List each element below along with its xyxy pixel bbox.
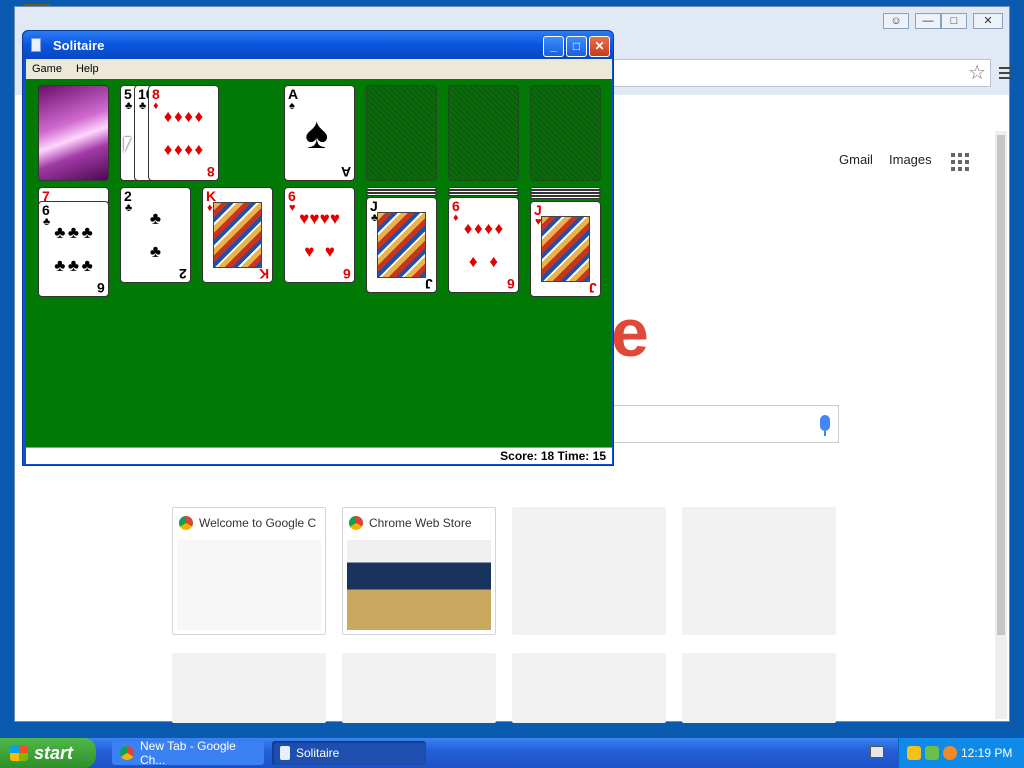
close-button[interactable]: ✕	[589, 36, 610, 57]
chrome-minimize-button[interactable]: —	[915, 13, 941, 29]
empty-tile	[682, 507, 836, 635]
maximize-button[interactable]: □	[566, 36, 587, 57]
taskbar-item-chrome[interactable]: New Tab - Google Ch...	[112, 739, 264, 767]
security-shield-icon[interactable]	[907, 746, 921, 760]
menu-help[interactable]: Help	[76, 63, 99, 75]
empty-tile	[172, 653, 326, 723]
search-tray-icon[interactable]	[943, 746, 957, 760]
page-scrollbar[interactable]	[995, 131, 1007, 719]
profile-icon[interactable]: ☺	[883, 13, 909, 29]
empty-tile	[512, 653, 666, 723]
menu-bar: Game Help	[26, 59, 612, 79]
stock-pile[interactable]	[38, 85, 109, 181]
jack-face-icon	[377, 212, 426, 278]
chrome-close-button[interactable]: ✕	[973, 13, 1003, 29]
gmail-link[interactable]: Gmail	[839, 152, 873, 167]
start-button[interactable]: start	[0, 738, 96, 768]
start-label: start	[34, 742, 74, 763]
tile-title: Chrome Web Store	[369, 516, 472, 530]
webstore-favicon-icon	[349, 516, 363, 530]
status-bar: Score: 18 Time: 15	[26, 447, 612, 464]
windows-flag-icon	[10, 745, 28, 761]
apps-grid-icon[interactable]	[951, 153, 969, 171]
mouse-cursor-icon	[124, 137, 131, 153]
foundation-spades[interactable]: A ♠ ♠ A	[284, 85, 355, 181]
chrome-maximize-button[interactable]: □	[941, 13, 967, 29]
solitaire-titlebar[interactable]: Solitaire _ □ ✕	[23, 31, 613, 59]
tile-thumbnail	[177, 540, 321, 630]
tableau-top-card[interactable]: 6 ♥ ♥ ♥ ♥ ♥ ♥ ♥ 6	[284, 187, 355, 283]
menu-game[interactable]: Game	[32, 63, 62, 75]
most-visited-tile[interactable]: Welcome to Google C	[172, 507, 326, 635]
game-felt: 5 ♣ 10 ♣ 8 ♦ ♦ ♦ ♦ ♦ ♦ ♦ ♦ ♦ 8 A ♠ ♠ A 7 6 ♣ ♣ ♣ ♣ ♣ ♣ ♣ …	[26, 79, 612, 447]
most-visited-tile[interactable]: Chrome Web Store	[342, 507, 496, 635]
images-link[interactable]: Images	[889, 152, 932, 167]
network-icon[interactable]	[925, 746, 939, 760]
facedown-card-edge	[448, 193, 519, 196]
facedown-card-edge	[366, 193, 437, 196]
taskbar-item-label: Solitaire	[296, 746, 340, 760]
jack-face-icon	[541, 216, 590, 282]
google-logo: e	[611, 295, 649, 371]
king-face-icon	[213, 202, 262, 268]
foundation-slot[interactable]	[366, 85, 437, 181]
tableau-top-card[interactable]: J ♥ J	[530, 201, 601, 297]
tableau-top-card[interactable]: 6 ♣ ♣ ♣ ♣ ♣ ♣ ♣ 6	[38, 201, 109, 297]
tableau-top-card[interactable]: K ♦ K	[202, 187, 273, 283]
chrome-favicon-icon	[179, 516, 193, 530]
tableau-top-card[interactable]: 2 ♣ ♣ ♣ 2	[120, 187, 191, 283]
clock[interactable]: 12:19 PM	[961, 746, 1012, 760]
window-title: Solitaire	[53, 38, 105, 53]
solitaire-app-icon	[31, 38, 41, 52]
keyboard-icon[interactable]	[870, 746, 884, 758]
waste-top-card[interactable]: 8 ♦ ♦ ♦ ♦ ♦ ♦ ♦ ♦ ♦ 8	[148, 85, 219, 181]
solitaire-icon	[280, 746, 290, 760]
tableau-top-card[interactable]: J ♣ J	[366, 197, 437, 293]
scroll-thumb[interactable]	[997, 135, 1005, 635]
facedown-card-edge	[530, 196, 601, 199]
tile-title: Welcome to Google C	[199, 516, 317, 530]
empty-tile	[512, 507, 666, 635]
system-tray: 12:19 PM	[898, 738, 1024, 768]
spade-icon: ♠	[305, 109, 329, 158]
taskbar-item-solitaire[interactable]: Solitaire	[272, 741, 426, 765]
bookmark-star-icon[interactable]: ☆	[968, 62, 986, 84]
google-search-box[interactable]	[611, 405, 839, 443]
tableau-top-card[interactable]: 6 ♦ ♦ ♦ ♦ ♦ ♦ ♦ 6	[448, 197, 519, 293]
taskbar: start New Tab - Google Ch... Solitaire 1…	[0, 738, 1024, 768]
solitaire-window: Solitaire _ □ ✕ Game Help 5 ♣ 10 ♣ 8 ♦ ♦ ♦ ♦ ♦…	[22, 30, 614, 466]
foundation-slot[interactable]	[448, 85, 519, 181]
empty-tile	[682, 653, 836, 723]
chrome-menu-icon[interactable]	[999, 67, 1011, 79]
empty-tile	[342, 653, 496, 723]
foundation-slot[interactable]	[530, 85, 601, 181]
chrome-icon	[120, 746, 134, 760]
address-bar[interactable]: ☆	[611, 59, 991, 87]
microphone-icon[interactable]	[820, 415, 830, 436]
minimize-button[interactable]: _	[543, 36, 564, 57]
tile-thumbnail	[347, 540, 491, 630]
taskbar-item-label: New Tab - Google Ch...	[140, 739, 236, 767]
